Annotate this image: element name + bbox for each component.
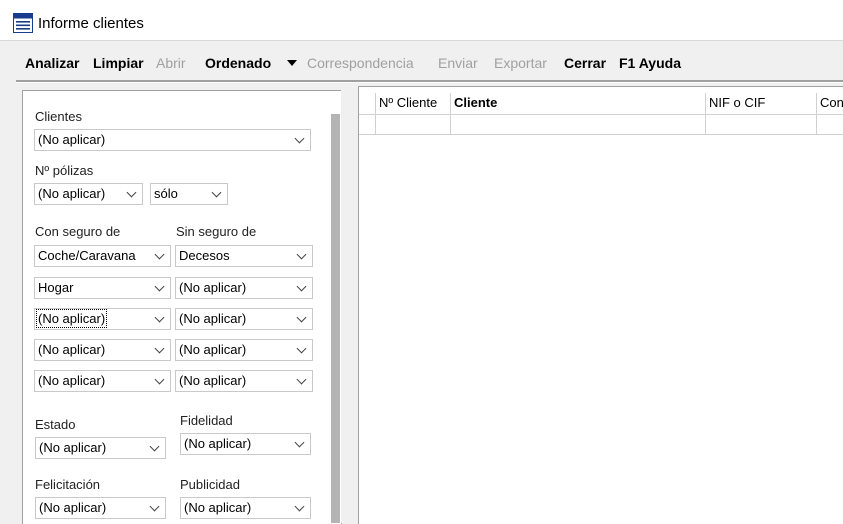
- con-seguro-value-1: Coche/Caravana: [38, 248, 136, 263]
- report-app-icon: [13, 13, 33, 33]
- fidelidad-select[interactable]: (No aplicar): [180, 433, 311, 455]
- publicidad-label: Publicidad: [180, 477, 240, 492]
- chevron-down-icon: [296, 249, 307, 260]
- window-title: Informe clientes: [38, 15, 144, 32]
- chevron-down-icon: [296, 374, 307, 385]
- felicitacion-label: Felicitación: [35, 477, 101, 492]
- ordenado-button[interactable]: Ordenado: [205, 55, 271, 71]
- chevron-down-icon: [296, 312, 307, 323]
- chevron-down-icon: [149, 441, 160, 452]
- polizas-modifier-value: sólo: [154, 186, 178, 201]
- analizar-button[interactable]: Analizar: [25, 55, 79, 71]
- con-seguro-select-5[interactable]: (No aplicar): [34, 370, 171, 392]
- con-seguro-select-1[interactable]: Coche/Caravana: [34, 245, 171, 267]
- exportar-button[interactable]: Exportar: [494, 55, 547, 71]
- abrir-button[interactable]: Abrir: [156, 55, 186, 71]
- grid-row-header-corner: [359, 93, 376, 115]
- chevron-down-icon: [149, 501, 160, 512]
- limpiar-button[interactable]: Limpiar: [93, 55, 144, 71]
- con-seguro-select-4[interactable]: (No aplicar): [34, 339, 171, 361]
- sin-seguro-value-2: (No aplicar): [179, 280, 247, 295]
- con-seguro-select-2[interactable]: Hogar: [34, 277, 171, 299]
- sin-seguro-select-3[interactable]: (No aplicar): [175, 308, 313, 330]
- chevron-down-icon: [154, 374, 165, 385]
- chevron-down-icon: [126, 187, 137, 198]
- column-header-n-cliente[interactable]: Nº Cliente: [376, 93, 451, 115]
- sin-seguro-value-4: (No aplicar): [179, 342, 247, 357]
- title-bar: Informe clientes: [0, 0, 843, 41]
- ordenado-dropdown-arrow-icon[interactable]: [287, 60, 297, 66]
- con-seguro-select-3[interactable]: (No aplicar): [34, 308, 171, 330]
- panel-gutter: [341, 90, 357, 523]
- chevron-down-icon: [296, 281, 307, 292]
- grid-cell[interactable]: [451, 115, 706, 135]
- con-seguro-value-3: (No aplicar): [35, 309, 108, 328]
- clientes-label: Clientes: [35, 109, 82, 124]
- felicitacion-select-value: (No aplicar): [39, 500, 107, 515]
- grid-cell[interactable]: [817, 115, 843, 135]
- con-seguro-value-4: (No aplicar): [38, 342, 106, 357]
- sin-seguro-select-1[interactable]: Decesos: [175, 245, 313, 267]
- publicidad-select-value: (No aplicar): [184, 500, 252, 515]
- chevron-down-icon: [296, 343, 307, 354]
- toolbar: Analizar Limpiar Abrir Ordenado Correspo…: [0, 40, 843, 80]
- cerrar-button[interactable]: Cerrar: [564, 55, 606, 71]
- sin-seguro-value-3: (No aplicar): [179, 311, 247, 326]
- sin-seguro-select-5[interactable]: (No aplicar): [175, 370, 313, 392]
- results-grid[interactable]: Nº Cliente Cliente NIF o CIF Con: [358, 86, 843, 524]
- estado-label: Estado: [35, 417, 76, 432]
- con-seguro-value-5: (No aplicar): [38, 373, 106, 388]
- felicitacion-select[interactable]: (No aplicar): [35, 497, 166, 519]
- polizas-label: Nº pólizas: [35, 163, 94, 178]
- clientes-select[interactable]: (No aplicar): [34, 129, 311, 151]
- sin-seguro-select-4[interactable]: (No aplicar): [175, 339, 313, 361]
- polizas-modifier-select[interactable]: sólo: [150, 183, 228, 205]
- filter-panel-scrollbar[interactable]: [331, 114, 340, 523]
- chevron-down-icon: [154, 343, 165, 354]
- enviar-button[interactable]: Enviar: [438, 55, 478, 71]
- con-seguro-value-2: Hogar: [38, 280, 74, 295]
- chevron-down-icon: [154, 281, 165, 292]
- column-header-nif-cif[interactable]: NIF o CIF: [706, 93, 817, 115]
- grid-cell[interactable]: [706, 115, 817, 135]
- con-seguro-label: Con seguro de: [35, 224, 121, 239]
- chevron-down-icon: [294, 133, 305, 144]
- column-header-con[interactable]: Con: [817, 93, 843, 115]
- chevron-down-icon: [154, 249, 165, 260]
- estado-select-value: (No aplicar): [39, 440, 107, 455]
- polizas-select[interactable]: (No aplicar): [34, 183, 143, 205]
- sin-seguro-select-2[interactable]: (No aplicar): [175, 277, 313, 299]
- chevron-down-icon: [211, 187, 222, 198]
- ayuda-button[interactable]: F1 Ayuda: [619, 55, 681, 71]
- toolbar-divider: [16, 80, 843, 83]
- chevron-down-icon: [294, 437, 305, 448]
- sin-seguro-value-1: Decesos: [179, 248, 230, 263]
- fidelidad-label: Fidelidad: [180, 413, 233, 428]
- sin-seguro-label: Sin seguro de: [176, 224, 257, 239]
- sin-seguro-value-5: (No aplicar): [179, 373, 247, 388]
- polizas-select-value: (No aplicar): [38, 186, 106, 201]
- grid-cell[interactable]: [376, 115, 451, 135]
- estado-select[interactable]: (No aplicar): [35, 437, 166, 459]
- fidelidad-select-value: (No aplicar): [184, 436, 252, 451]
- clientes-select-value: (No aplicar): [38, 132, 106, 147]
- chevron-down-icon: [294, 501, 305, 512]
- chevron-down-icon: [154, 312, 165, 323]
- column-header-cliente[interactable]: Cliente: [451, 93, 706, 115]
- correspondencia-button[interactable]: Correspondencia: [307, 55, 414, 71]
- publicidad-select[interactable]: (No aplicar): [180, 497, 311, 519]
- grid-row-selector[interactable]: [359, 115, 376, 135]
